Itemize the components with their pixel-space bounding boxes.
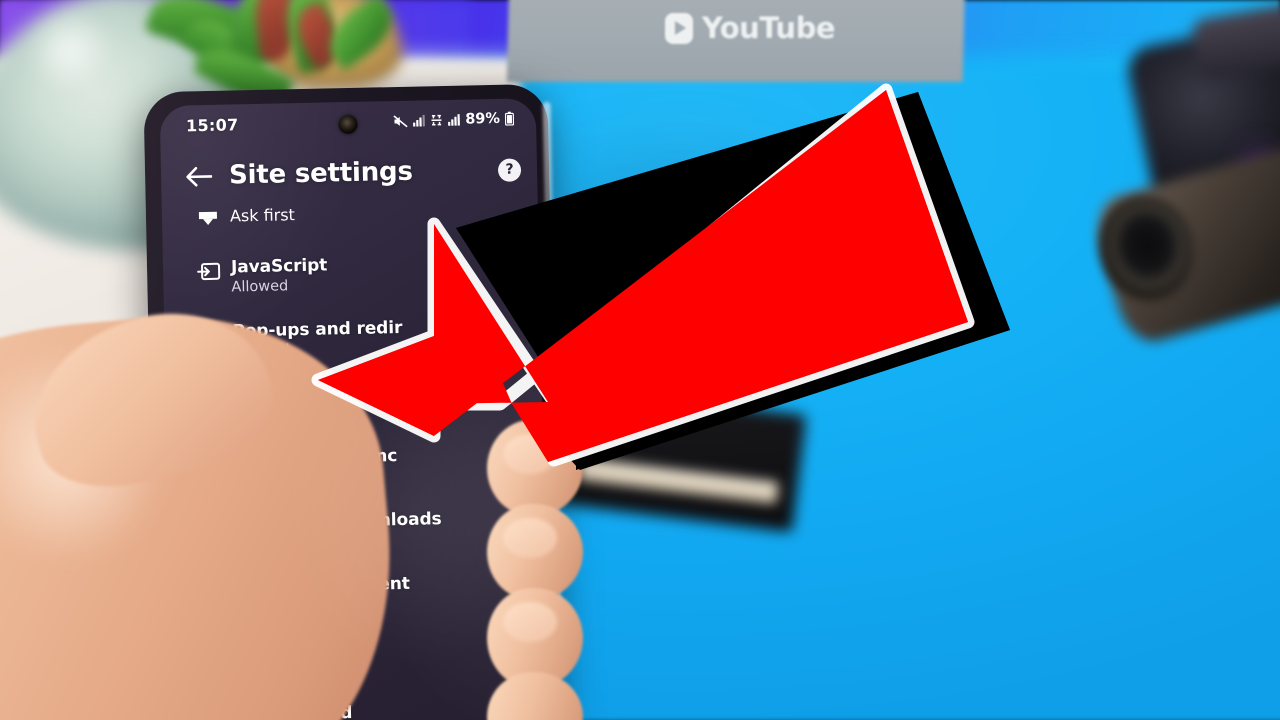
battery-percent: 89%	[465, 110, 501, 128]
finger	[485, 670, 585, 720]
network-icon	[430, 114, 443, 126]
fingers	[483, 416, 607, 720]
list-item[interactable]: Ask first	[162, 200, 538, 231]
back-arrow-icon[interactable]	[181, 159, 216, 194]
list-item-value: Allowed	[231, 278, 289, 296]
screenshot-root: YouTube 15:07 89% Site settings ? Ask fi…	[0, 0, 1280, 720]
youtube-play-icon	[665, 12, 693, 44]
status-icons: 89%	[393, 110, 515, 130]
list-item[interactable]: JavaScript Allowed	[163, 251, 540, 297]
popup-window-icon	[186, 207, 230, 231]
vase-highlight	[10, 0, 130, 110]
list-item-value: Ask first	[229, 205, 296, 226]
page-title: Site settings	[228, 156, 414, 191]
signal-icon	[413, 114, 426, 127]
mute-icon	[393, 114, 408, 127]
battery-icon	[504, 111, 515, 126]
help-icon[interactable]: ?	[497, 157, 522, 182]
list-item-title: JavaScript	[230, 255, 328, 278]
list-item-text: JavaScript Allowed	[231, 251, 526, 295]
fingernail	[503, 434, 557, 474]
youtube-logo: YouTube	[665, 8, 836, 48]
javascript-icon	[187, 258, 231, 283]
fingernail	[503, 518, 557, 558]
fingernail	[503, 602, 557, 642]
status-clock: 15:07	[185, 114, 239, 135]
signal-icon	[448, 114, 461, 126]
youtube-logo-text: YouTube	[701, 11, 836, 45]
list-item-text: Ask first	[230, 200, 524, 225]
